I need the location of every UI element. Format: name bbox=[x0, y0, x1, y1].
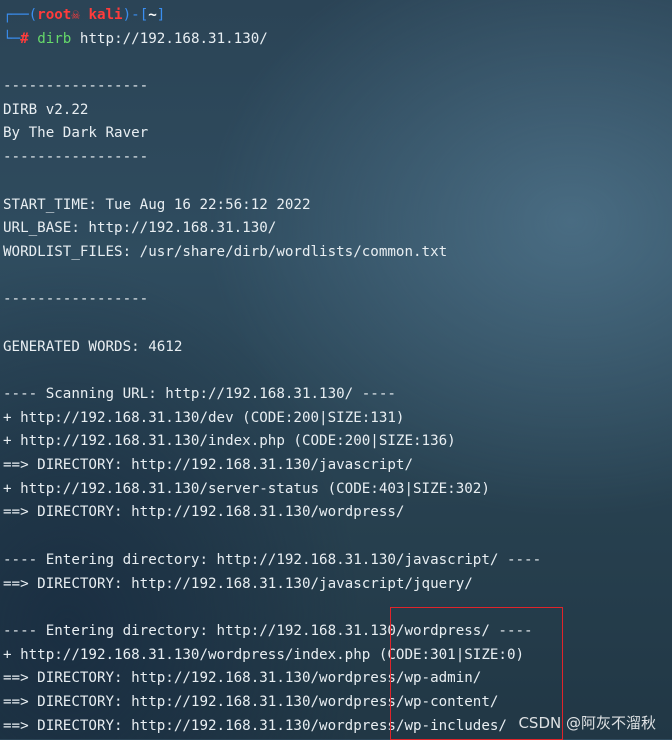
directory-line: ==> DIRECTORY: http://192.168.31.130/wor… bbox=[3, 504, 405, 521]
prompt-frame-corner: └─ bbox=[3, 30, 21, 47]
result-line: + http://192.168.31.130/index.php (CODE:… bbox=[3, 433, 456, 450]
url-base: URL_BASE: http://192.168.31.130/ bbox=[3, 220, 277, 237]
prompt-frame-mid: )-[ bbox=[122, 7, 149, 23]
start-time: START_TIME: Tue Aug 16 22:56:12 2022 bbox=[3, 196, 311, 213]
directory-line: ==> DIRECTORY: http://192.168.31.130/jav… bbox=[3, 575, 473, 592]
result-line: + http://192.168.31.130/dev (CODE:200|SI… bbox=[3, 409, 405, 426]
prompt-host: kali bbox=[88, 7, 123, 23]
csdn-watermark: CSDN @阿灰不溜秋 bbox=[518, 714, 656, 732]
entering-directory-header: ---- Entering directory: http://192.168.… bbox=[3, 622, 533, 639]
wordlist-files: WORDLIST_FILES: /usr/share/dirb/wordlist… bbox=[3, 243, 448, 260]
prompt-line-1: ┌──(root☠ kali)-[~] bbox=[3, 4, 672, 28]
prompt-hash: # bbox=[20, 30, 29, 47]
prompt-line-2: └─# dirb http://192.168.31.130/ bbox=[3, 28, 672, 52]
generated-words: GENERATED WORDS: 4612 bbox=[3, 338, 183, 355]
directory-line: ==> DIRECTORY: http://192.168.31.130/wor… bbox=[3, 670, 482, 687]
directory-line: ==> DIRECTORY: http://192.168.31.130/jav… bbox=[3, 457, 413, 474]
prompt-skull: ☠ bbox=[71, 7, 89, 23]
separator-line: ----------------- bbox=[3, 78, 149, 95]
prompt-frame-start: ┌──( bbox=[3, 7, 38, 23]
result-line: + http://192.168.31.130/server-status (C… bbox=[3, 480, 490, 497]
command-argument: http://192.168.31.130/ bbox=[71, 30, 268, 47]
separator-line: ----------------- bbox=[3, 149, 149, 166]
prompt-frame-end: ] bbox=[156, 7, 166, 23]
prompt-cwd: ~ bbox=[148, 7, 157, 23]
prompt-user: root bbox=[37, 7, 72, 23]
scan-header: ---- Scanning URL: http://192.168.31.130… bbox=[3, 386, 396, 402]
dirb-version: DIRB v2.22 bbox=[3, 101, 89, 118]
separator-line: ----------------- bbox=[3, 291, 149, 308]
terminal-output[interactable]: ┌──(root☠ kali)-[~] └─# dirb http://192.… bbox=[3, 4, 672, 738]
dirb-author: By The Dark Raver bbox=[3, 125, 149, 142]
result-line: + http://192.168.31.130/wordpress/index.… bbox=[3, 646, 525, 663]
command-name: dirb bbox=[37, 30, 72, 47]
entering-directory-header: ---- Entering directory: http://192.168.… bbox=[3, 551, 542, 568]
